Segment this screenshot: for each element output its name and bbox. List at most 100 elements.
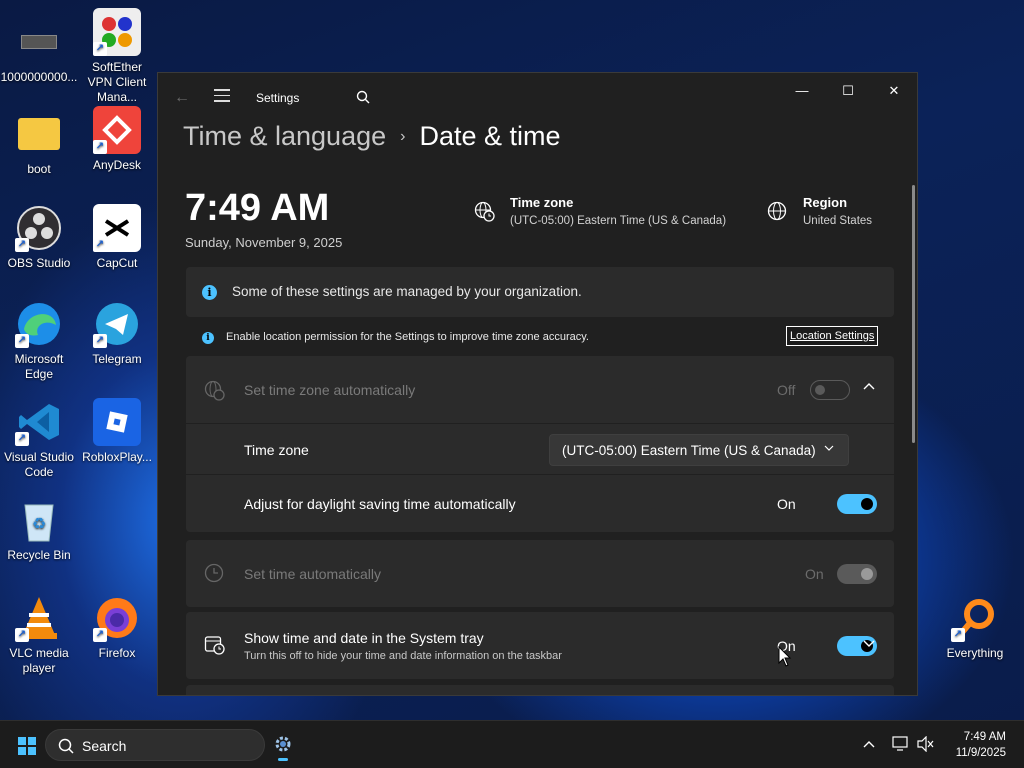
shortcut-arrow-icon: ↗ (15, 628, 29, 642)
desktop-icon-recycle-bin[interactable]: ♻ Recycle Bin (0, 496, 78, 563)
desktop-icon-label: Recycle Bin (7, 548, 71, 562)
file-icon (15, 18, 63, 66)
desktop-icon-obs[interactable]: ↗ OBS Studio (0, 204, 78, 271)
app-title: Settings (256, 91, 300, 105)
auto-time-label: Set time automatically (244, 566, 381, 582)
location-notice: i Enable location permission for the Set… (186, 323, 894, 353)
desktop-icon-label: Visual Studio Code (4, 450, 74, 479)
vscode-icon: ↗ (15, 398, 63, 446)
desktop-icon-file[interactable]: 1000000000... (0, 18, 78, 85)
hamburger-menu-icon[interactable] (214, 89, 230, 106)
info-icon: i (202, 332, 214, 344)
softether-icon: ↗ (93, 8, 141, 56)
dst-label: Adjust for daylight saving time automati… (244, 496, 516, 512)
tray-label: Show time and date in the System tray (244, 630, 484, 646)
chevron-down-icon[interactable] (862, 637, 876, 652)
breadcrumb-parent[interactable]: Time & language (183, 121, 386, 151)
chevron-up-icon[interactable] (862, 379, 876, 394)
region-value: United States (803, 215, 873, 227)
location-settings-label: Location Settings (790, 330, 875, 342)
clock-time: 7:49 AM (963, 731, 1006, 743)
desktop-icon-label: OBS Studio (7, 256, 71, 270)
page-title: Date & time (419, 121, 561, 151)
search-icon (58, 738, 74, 759)
region-info: Region United States (767, 195, 872, 227)
chevron-up-icon[interactable] (862, 737, 876, 752)
network-icon[interactable] (892, 736, 910, 755)
shortcut-arrow-icon: ↗ (15, 432, 29, 446)
auto-time-status: On (805, 566, 824, 582)
timezone-row: Time zone (UTC-05:00) Eastern Time (US &… (186, 424, 894, 474)
obs-icon: ↗ (15, 204, 63, 252)
gear-icon (274, 735, 292, 758)
desktop-icon-label: SoftEther VPN Client Mana... (87, 60, 147, 104)
shortcut-arrow-icon: ↗ (15, 238, 29, 252)
desktop-icon-boot[interactable]: boot (0, 110, 78, 177)
desktop-icon-label: Microsoft Edge (14, 352, 64, 381)
desktop-icon-label: Firefox (98, 646, 136, 660)
settings-window: ← Settings — ☐ ✕ Time & language › Date & … (157, 72, 918, 696)
telegram-icon: ↗ (93, 300, 141, 348)
globe-clock-icon (204, 380, 226, 407)
anydesk-icon: ↗ (93, 106, 141, 154)
desktop-icon-anydesk[interactable]: ↗ AnyDesk (78, 106, 156, 173)
volume-muted-icon[interactable] (916, 735, 934, 755)
shortcut-arrow-icon: ↗ (93, 238, 107, 252)
current-date: Sunday, November 9, 2025 (185, 235, 343, 250)
desktop-icon-edge[interactable]: ↗ Microsoft Edge (0, 300, 78, 382)
timezone-dropdown[interactable]: (UTC-05:00) Eastern Time (US & Canada) (549, 434, 849, 466)
desktop-icon-softether[interactable]: ↗ SoftEther VPN Client Mana... (78, 8, 156, 105)
dst-toggle[interactable] (837, 494, 877, 514)
auto-timezone-toggle[interactable] (810, 380, 850, 400)
desktop-icon-capcut[interactable]: ↗ CapCut (78, 204, 156, 271)
desktop-icon-roblox[interactable]: RobloxPlay... (78, 398, 156, 465)
roblox-icon (93, 398, 141, 446)
location-notice-text: Enable location permission for the Setti… (226, 331, 589, 343)
back-arrow-icon[interactable]: ← (174, 89, 190, 107)
taskbar-search-box[interactable]: Search (45, 729, 265, 761)
taskbar-search-label: Search (82, 738, 127, 754)
desktop-icon-label: RobloxPlay... (82, 450, 152, 464)
desktop-icon-vscode[interactable]: ↗ Visual Studio Code (0, 398, 78, 480)
search-icon[interactable] (356, 90, 370, 109)
desktop-icon-telegram[interactable]: ↗ Telegram (78, 300, 156, 367)
chevron-down-icon (824, 443, 834, 455)
everything-search-icon: ↗ (951, 594, 999, 642)
scrollbar[interactable] (912, 185, 915, 443)
desktop-icon-label: 1000000000... (0, 70, 78, 84)
timezone-dropdown-value: (UTC-05:00) Eastern Time (US & Canada) (562, 443, 816, 458)
capcut-icon: ↗ (93, 204, 141, 252)
timezone-label: Time zone (244, 442, 309, 458)
vlc-icon: ↗ (15, 594, 63, 642)
desktop-icon-vlc[interactable]: ↗ VLC media player (0, 594, 78, 676)
folder-icon (15, 110, 63, 158)
shortcut-arrow-icon: ↗ (93, 334, 107, 348)
tray-sublabel: Turn this off to hide your time and date… (244, 650, 562, 662)
next-row (186, 685, 894, 695)
maximize-button[interactable]: ☐ (833, 83, 863, 103)
taskbar: Search 7:49 AM 11/9/2025 (0, 720, 1024, 768)
dst-status: On (777, 496, 796, 512)
info-icon: i (202, 285, 217, 300)
firefox-icon: ↗ (93, 594, 141, 642)
shortcut-arrow-icon: ↗ (93, 140, 107, 154)
close-button[interactable]: ✕ (879, 83, 909, 103)
calendar-clock-icon (204, 634, 226, 661)
active-app-indicator (278, 758, 288, 761)
desktop-icon-everything[interactable]: ↗ Everything (936, 594, 1014, 661)
location-settings-button[interactable]: Location Settings (786, 326, 879, 346)
taskbar-settings-app[interactable] (270, 729, 296, 761)
desktop-icon-label: CapCut (96, 256, 138, 270)
managed-notice: i Some of these settings are managed by … (186, 267, 894, 317)
taskbar-clock[interactable]: 7:49 AM 11/9/2025 (956, 729, 1006, 761)
auto-time-row: Set time automatically On (186, 540, 894, 607)
desktop-icon-firefox[interactable]: ↗ Firefox (78, 594, 156, 661)
minimize-button[interactable]: — (787, 83, 817, 103)
windows-start-icon[interactable] (18, 737, 36, 755)
auto-time-toggle[interactable] (837, 564, 877, 584)
current-time: 7:49 AM (185, 187, 330, 229)
auto-timezone-row: Set time zone automatically Off (186, 356, 894, 423)
svg-text:♻: ♻ (32, 516, 46, 533)
recycle-bin-icon: ♻ (15, 496, 63, 544)
dst-row: Adjust for daylight saving time automati… (186, 475, 894, 532)
